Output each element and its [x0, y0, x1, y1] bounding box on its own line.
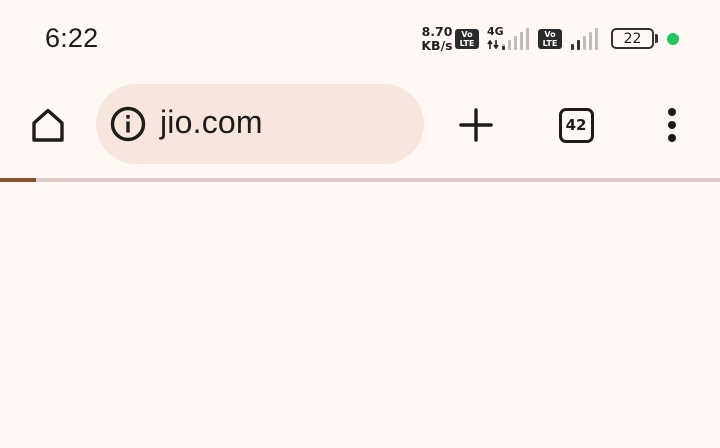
- tab-count: 42: [565, 116, 587, 134]
- home-icon: [32, 108, 64, 142]
- web-page-content[interactable]: [0, 182, 720, 448]
- new-tab-button[interactable]: [452, 102, 500, 148]
- tab-switcher-button[interactable]: 42: [552, 102, 600, 148]
- battery-icon: 22: [611, 28, 658, 49]
- battery-cap: [655, 34, 658, 43]
- volte-bottom-label: LTE: [542, 39, 558, 48]
- browser-screen: 6:22 8.70 KB/s Vo LTE 4G Vo LTE 22 jio.c…: [0, 0, 720, 448]
- volte-top-label: Vo: [544, 30, 556, 39]
- home-button[interactable]: [24, 102, 72, 148]
- status-bar: 6:22 8.70 KB/s Vo LTE 4G Vo LTE 22: [0, 0, 720, 76]
- signal-strength-icon-sim1: [502, 28, 529, 50]
- signal-strength-icon-sim2: [571, 28, 598, 50]
- volte-icon-sim2: Vo LTE: [538, 29, 562, 49]
- network-speed-value: 8.70: [421, 24, 453, 39]
- url-text[interactable]: jio.com: [160, 104, 263, 141]
- volte-bottom-label: LTE: [459, 39, 475, 48]
- info-icon[interactable]: [110, 106, 146, 142]
- privacy-indicator-dot: [667, 33, 679, 45]
- network-speed-unit: KB/s: [421, 38, 453, 53]
- network-speed: 8.70 KB/s: [420, 25, 454, 53]
- address-bar[interactable]: jio.com: [96, 84, 424, 164]
- browser-toolbar: jio.com 42: [0, 76, 720, 176]
- data-activity-icon: [487, 40, 499, 49]
- volte-top-label: Vo: [461, 30, 473, 39]
- tab-switcher-icon: 42: [558, 107, 594, 143]
- battery-level: 22: [611, 28, 654, 49]
- plus-icon: [459, 108, 493, 142]
- more-vertical-icon: [668, 108, 676, 142]
- volte-icon: Vo LTE: [455, 29, 479, 49]
- status-clock: 6:22: [45, 23, 99, 53]
- more-options-button[interactable]: [648, 102, 696, 148]
